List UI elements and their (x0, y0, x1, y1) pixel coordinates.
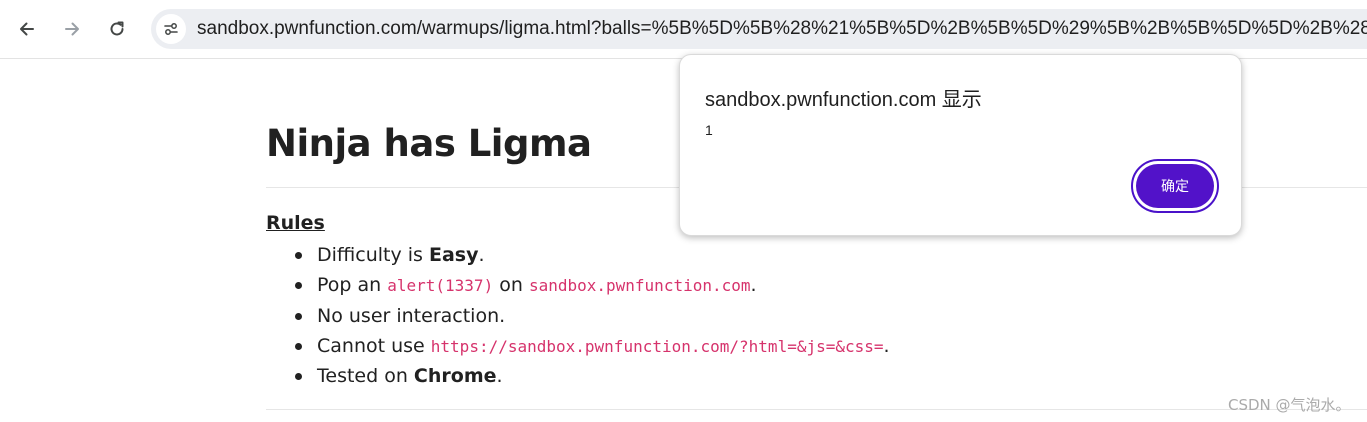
bullet-icon (295, 252, 302, 259)
forward-button[interactable] (54, 11, 90, 47)
dialog-title: sandbox.pwnfunction.com 显示 (705, 89, 982, 111)
alert-dialog: sandbox.pwnfunction.com 显示 1 确定 (679, 54, 1242, 236)
ok-button[interactable]: 确定 (1136, 164, 1214, 208)
back-arrow-icon (20, 22, 34, 36)
list-item: No user interaction. (266, 301, 890, 331)
rule-text: Pop an (317, 274, 388, 297)
rule-text: . (883, 334, 890, 357)
divider (266, 409, 1367, 410)
page-title: Ninja has Ligma (266, 122, 592, 165)
back-button[interactable] (9, 11, 45, 47)
list-item: Pop an alert(1337) on sandbox.pwnfunctio… (266, 270, 890, 300)
rule-code: https://sandbox.pwnfunction.com/?html=&j… (430, 336, 884, 356)
rule-text: . (478, 244, 485, 266)
list-item: Cannot use https://sandbox.pwnfunction.c… (266, 331, 890, 361)
rules-heading: Rules (266, 212, 325, 234)
list-item: Difficulty is Easy. (266, 240, 890, 270)
bullet-icon (295, 312, 302, 320)
address-bar[interactable]: sandbox.pwnfunction.com/warmups/ligma.ht… (151, 9, 1367, 49)
rule-text: Difficulty is (317, 244, 429, 266)
rule-text: on (493, 274, 529, 297)
rule-text: Cannot use (317, 334, 431, 357)
watermark: CSDN @气泡水。 (1228, 396, 1351, 414)
list-item: Tested on Chrome. (266, 361, 890, 391)
bullet-icon (295, 373, 302, 381)
reload-button[interactable] (99, 11, 135, 47)
rules-list: Difficulty is Easy. Pop an alert(1337) o… (266, 240, 890, 391)
rule-text: No user interaction. (317, 304, 506, 327)
reload-icon (110, 21, 124, 36)
url-text[interactable]: sandbox.pwnfunction.com/warmups/ligma.ht… (197, 9, 1367, 49)
bullet-icon (295, 282, 302, 290)
rule-code: sandbox.pwnfunction.com (528, 276, 751, 296)
rule-strong: Easy (429, 244, 479, 266)
site-info-icon (164, 23, 178, 35)
rule-text: . (750, 274, 757, 297)
rule-text: . (496, 365, 503, 388)
bullet-icon (295, 342, 302, 350)
forward-arrow-icon (65, 22, 79, 36)
rule-text: Tested on (317, 365, 414, 388)
rule-code: alert(1337) (387, 276, 494, 296)
dialog-message: 1 (705, 122, 713, 138)
browser-toolbar: sandbox.pwnfunction.com/warmups/ligma.ht… (0, 0, 1367, 59)
rule-strong: Chrome (413, 365, 497, 388)
site-info-button[interactable] (156, 14, 186, 44)
